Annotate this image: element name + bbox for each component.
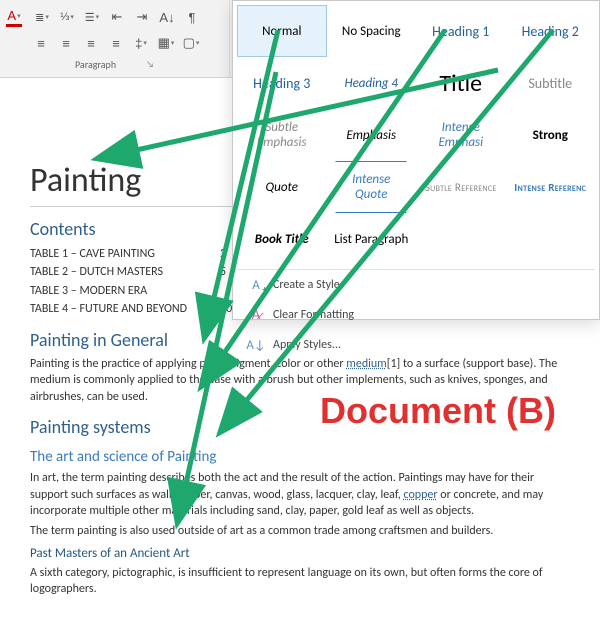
clear-formatting-icon: A̷ <box>247 306 265 324</box>
heading-painting-systems[interactable]: Painting systems <box>30 415 570 439</box>
paragraph-group-label: Paragraph <box>75 58 116 71</box>
paragraph-1[interactable]: Painting is the practice of applying pai… <box>30 356 570 405</box>
increase-indent-button[interactable]: ⇥ <box>130 5 154 29</box>
style-cell-intense-quote[interactable]: Intense Quote <box>335 161 407 213</box>
toc-label: Table 4 – Future and Beyond <box>30 301 220 317</box>
heading-past-masters[interactable]: Past Masters of an Ancient Art <box>30 545 570 563</box>
style-cell-strong[interactable]: Strong <box>506 109 596 161</box>
style-cell-empty <box>416 213 506 265</box>
style-cell-normal[interactable]: Normal <box>237 5 327 57</box>
align-left-button[interactable]: ≡ <box>29 31 53 55</box>
apply-styles-menu-item[interactable]: A↓ Apply Styles... <box>237 330 595 360</box>
style-cell-heading1[interactable]: Heading 1 <box>416 5 506 57</box>
style-cell-nospacing[interactable]: No Spacing <box>327 5 417 57</box>
align-right-button[interactable]: ≡ <box>79 31 103 55</box>
style-cell-intense-emphasis[interactable]: Intense Emphasi <box>416 109 506 161</box>
shading-button[interactable]: ▦▾ <box>154 31 178 55</box>
multilevel-list-button[interactable]: ☰▾ <box>80 5 104 29</box>
paragraph-2[interactable]: In art, the term painting describes both… <box>30 470 570 519</box>
toc-label: Table 3 – Modern Era <box>30 283 220 299</box>
heading-art-science[interactable]: The art and science of Painting <box>30 447 570 467</box>
font-color-button[interactable]: A▾ <box>6 7 22 27</box>
style-cell-emphasis[interactable]: Emphasis <box>327 109 417 161</box>
create-style-icon: A+ <box>247 276 265 294</box>
apply-styles-label: Apply Styles... <box>273 338 341 352</box>
line-spacing-button[interactable]: ‡▾ <box>129 31 153 55</box>
create-style-menu-item[interactable]: A+ Create a Style <box>237 270 595 300</box>
decrease-indent-button[interactable]: ⇤ <box>105 5 129 29</box>
clear-formatting-menu-item[interactable]: A̷ Clear Formatting <box>237 300 595 330</box>
style-cell-heading3[interactable]: Heading 3 <box>237 57 327 109</box>
style-cell-list-para[interactable]: List Paragraph <box>327 213 417 265</box>
bullets-button[interactable]: ≣▾ <box>30 5 54 29</box>
style-cell-title[interactable]: Title <box>416 57 506 109</box>
style-cell-subtle-emphasis[interactable]: Subtle Emphasis <box>237 109 327 161</box>
style-cell-heading2[interactable]: Heading 2 <box>506 5 596 57</box>
paragraph-3[interactable]: The term painting is also used outside o… <box>30 523 570 539</box>
paragraph-group: A▾ ≣▾ ⅓▾ ☰▾ ⇤ ⇥ A↓ ¶ ≡ ≡ ≡ ≡ ‡▾ ▦▾ ▢▾ Pa… <box>0 0 230 77</box>
style-cell-empty <box>506 213 596 265</box>
clear-formatting-label: Clear Formatting <box>273 308 354 322</box>
styles-gallery-panel: NormalNo SpacingHeading 1Heading 2 Headin… <box>232 0 600 320</box>
style-cell-book-title[interactable]: Book Title <box>237 213 327 265</box>
style-cell-subtle-ref[interactable]: Subtle Reference <box>416 161 506 213</box>
link-copper[interactable]: copper <box>403 488 437 502</box>
toc-label: Table 2 – Dutch Masters <box>30 264 220 280</box>
style-cell-intense-ref[interactable]: Intense Referenc <box>506 161 596 213</box>
justify-button[interactable]: ≡ <box>104 31 128 55</box>
show-paragraph-marks-button[interactable]: ¶ <box>180 5 204 29</box>
align-center-button[interactable]: ≡ <box>54 31 78 55</box>
apply-styles-icon: A↓ <box>247 336 265 354</box>
paragraph-dialog-launcher-icon[interactable]: ↘ <box>146 59 154 70</box>
numbering-button[interactable]: ⅓▾ <box>55 5 79 29</box>
toc-label: Table 1 – Cave Painting <box>30 246 220 262</box>
style-cell-quote[interactable]: Quote <box>237 161 327 213</box>
borders-button[interactable]: ▢▾ <box>179 31 203 55</box>
paragraph-4[interactable]: A sixth category, pictographic, is insuf… <box>30 565 570 597</box>
style-cell-heading4[interactable]: Heading 4 <box>327 57 417 109</box>
create-style-label: Create a Style <box>273 278 340 292</box>
sort-button[interactable]: A↓ <box>155 5 179 29</box>
style-cell-subtitle[interactable]: Subtitle <box>506 57 596 109</box>
